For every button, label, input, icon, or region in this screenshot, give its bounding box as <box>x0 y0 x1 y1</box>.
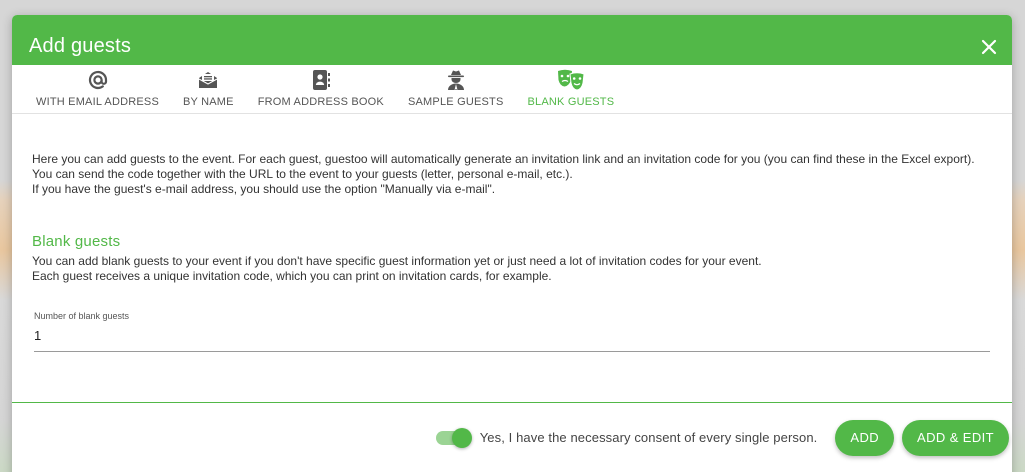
section-description: You can add blank guests to your event i… <box>32 254 992 284</box>
tab-label: FROM ADDRESS BOOK <box>257 96 384 108</box>
intro-text: Here you can add guests to the event. Fo… <box>32 152 992 197</box>
section-desc-line-1: You can add blank guests to your event i… <box>32 254 762 268</box>
intro-line-2: If you have the guest's e-mail address, … <box>32 182 496 196</box>
consent-toggle[interactable] <box>435 427 472 448</box>
user-secret-icon <box>446 69 466 91</box>
tab-label: BLANK GUESTS <box>527 96 615 108</box>
at-icon <box>88 69 108 91</box>
intro-line-1: Here you can add guests to the event. Fo… <box>32 152 975 181</box>
dialog-content: Here you can add guests to the event. Fo… <box>12 152 1012 352</box>
close-icon <box>981 39 997 54</box>
dialog-footer: Yes, I have the necessary consent of eve… <box>12 402 1012 472</box>
section-title: Blank guests <box>32 233 121 250</box>
address-book-icon <box>311 69 331 91</box>
tab-label: SAMPLE GUESTS <box>407 96 504 108</box>
consent-label: Yes, I have the necessary consent of eve… <box>479 430 818 445</box>
close-button[interactable] <box>978 36 1000 58</box>
dialog-header: Add guests <box>12 15 1012 65</box>
tab-by-name[interactable]: BY NAME <box>171 64 246 113</box>
tab-bar: WITH EMAIL ADDRESS BY NAME FROM ADDRESS … <box>12 65 1012 114</box>
add-and-edit-button[interactable]: ADD & EDIT <box>902 419 1009 456</box>
masks-theater-icon <box>557 69 585 91</box>
add-button[interactable]: ADD <box>835 419 895 456</box>
tab-label: WITH EMAIL ADDRESS <box>36 96 159 108</box>
toggle-thumb <box>451 427 472 448</box>
tab-from-address-book[interactable]: FROM ADDRESS BOOK <box>246 64 396 113</box>
section-desc-line-2: Each guest receives a unique invitation … <box>32 269 552 283</box>
dialog-title: Add guests <box>29 35 132 57</box>
add-guests-dialog: Add guests WITH EMAIL ADDRESS BY NAME FR… <box>12 15 1012 472</box>
tab-label: BY NAME <box>183 96 234 108</box>
tab-blank-guests[interactable]: BLANK GUESTS <box>516 64 627 113</box>
tab-with-email-address[interactable]: WITH EMAIL ADDRESS <box>24 64 171 113</box>
blank-guests-field: Number of blank guests <box>34 311 990 352</box>
blank-guests-count-input[interactable] <box>34 328 990 343</box>
tab-sample-guests[interactable]: SAMPLE GUESTS <box>396 64 516 113</box>
envelope-open-text-icon <box>197 69 219 91</box>
field-label: Number of blank guests <box>34 311 130 321</box>
